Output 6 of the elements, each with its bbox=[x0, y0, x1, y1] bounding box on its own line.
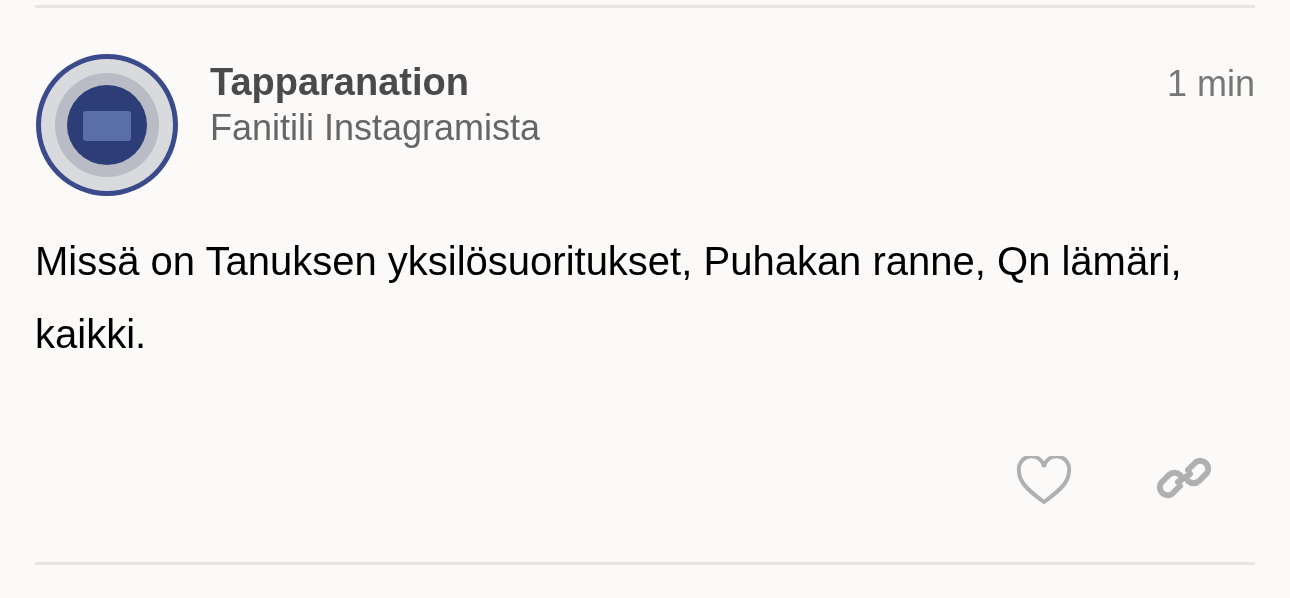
author-name[interactable]: Tapparanation bbox=[210, 59, 1167, 105]
link-icon[interactable] bbox=[1156, 456, 1212, 500]
heart-icon[interactable] bbox=[1016, 456, 1072, 506]
timestamp: 1 min bbox=[1166, 62, 1255, 106]
author-subtitle: Fanitili Instagramista bbox=[210, 106, 542, 150]
post-text: Missä on Tanuksen yksilösuoritukset, Puhakan ranne, Qn lämäri, kaikki. bbox=[35, 238, 1183, 358]
